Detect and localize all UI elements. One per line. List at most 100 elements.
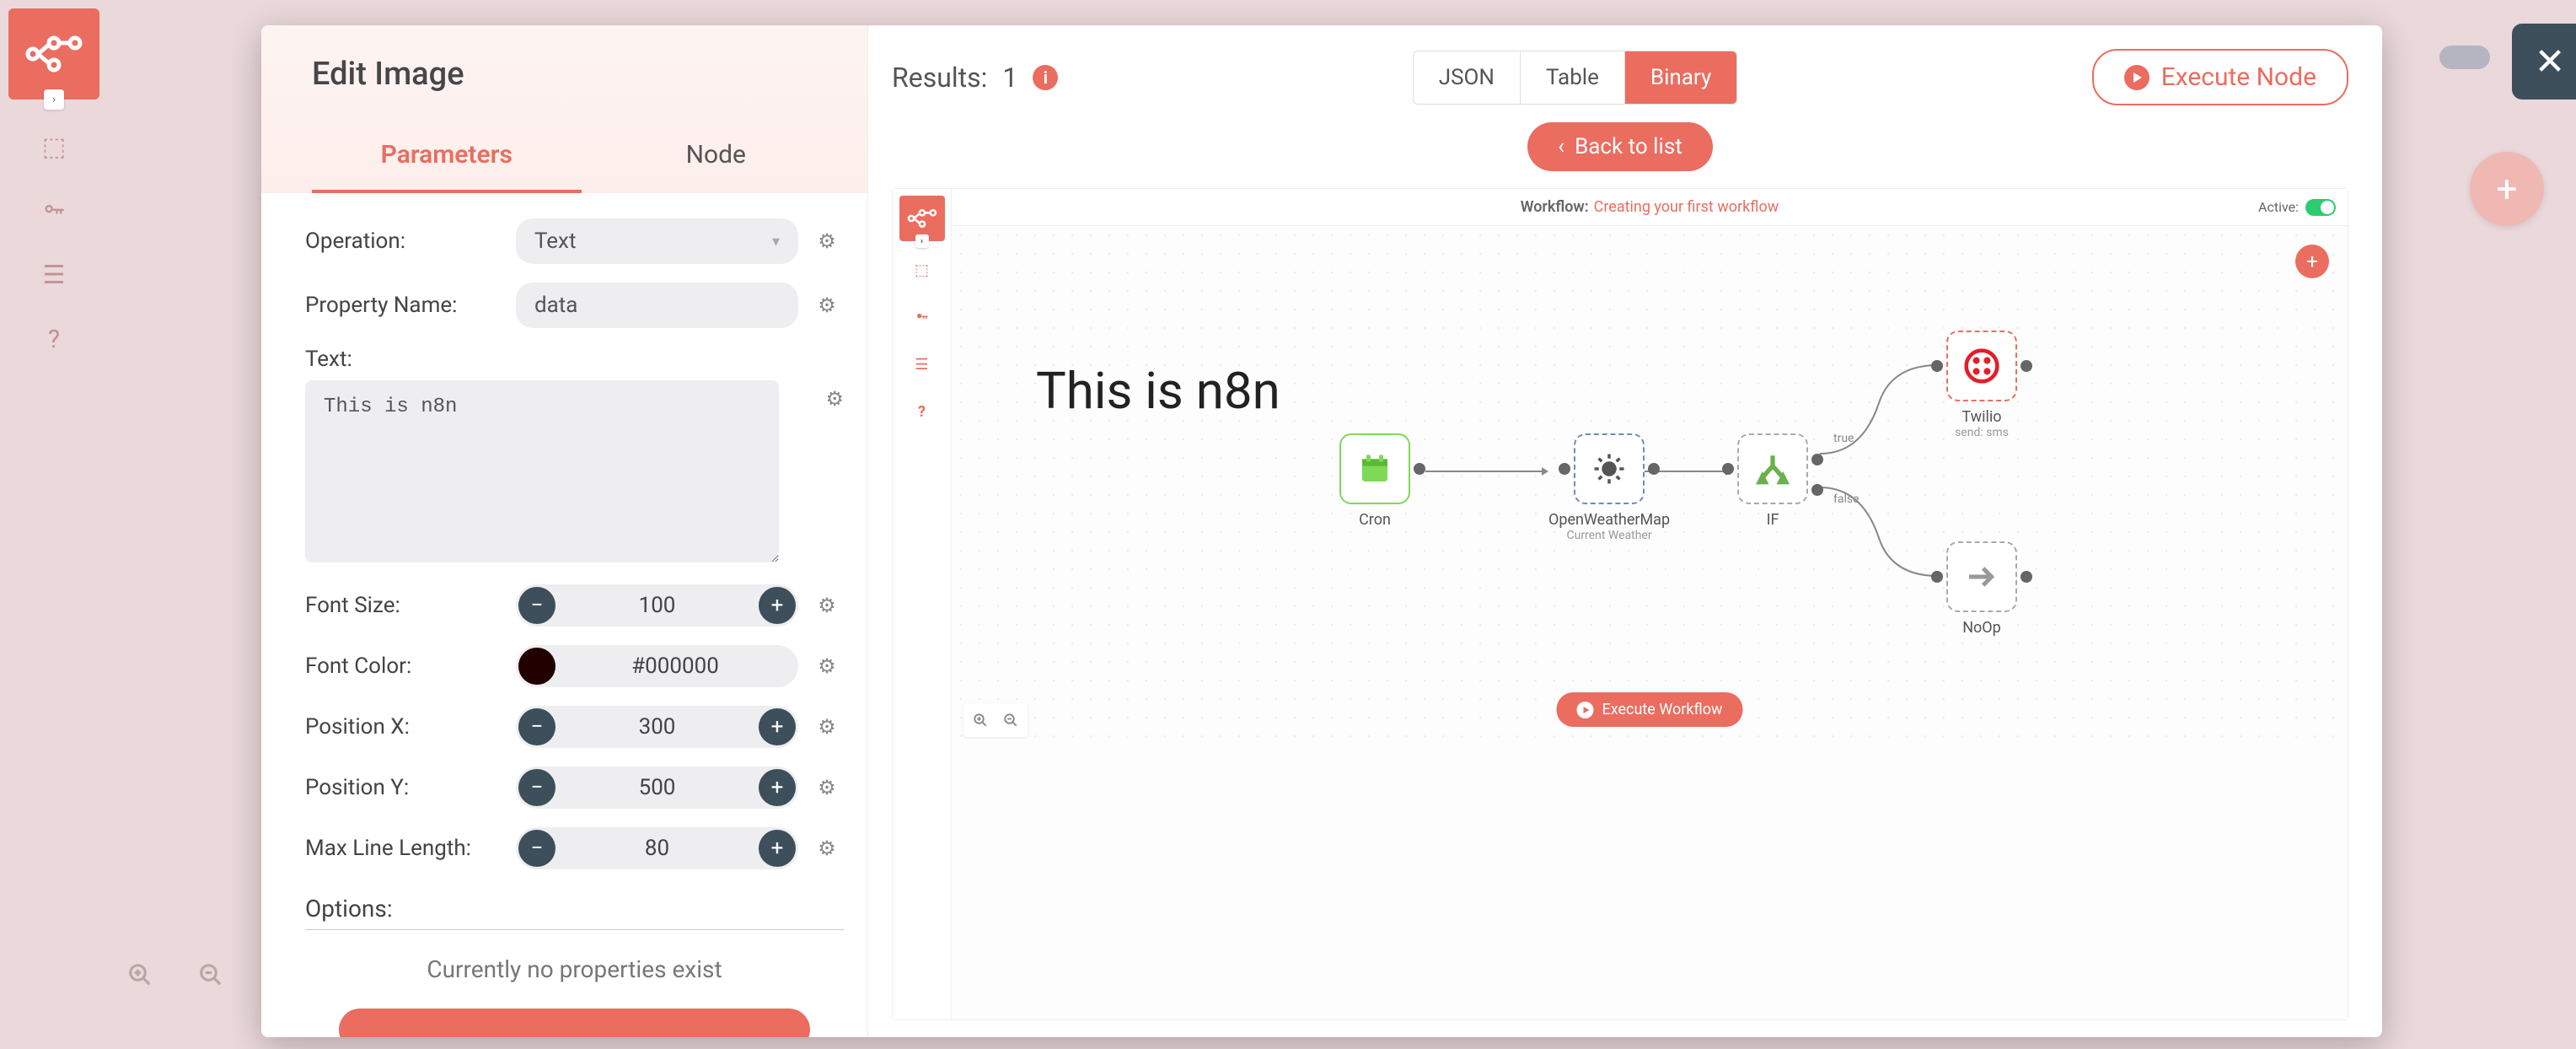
font-color-value: #000000	[567, 654, 783, 679]
position-x-value[interactable]: 300	[558, 714, 756, 740]
gear-icon[interactable]: ⚙	[810, 293, 844, 317]
node-twilio[interactable]: Twilio send: sms	[1946, 331, 2017, 439]
gear-icon[interactable]: ⚙	[810, 776, 844, 799]
operation-dropdown[interactable]: Text ▾	[516, 218, 798, 264]
node-box	[1574, 433, 1645, 504]
node-box	[1737, 433, 1808, 504]
preview-sidebar: › ⬚ ☰ ?	[893, 189, 952, 1019]
node-box	[1339, 433, 1410, 504]
output-false-dot[interactable]	[1811, 484, 1823, 496]
decrement-button[interactable]: −	[518, 769, 555, 806]
workflow-name[interactable]: Creating your first workflow	[1594, 198, 1779, 216]
pv-executions-icon[interactable]: ☰	[910, 352, 934, 376]
input-dot[interactable]	[1722, 463, 1734, 475]
options-label: Options:	[305, 895, 844, 923]
font-color-picker[interactable]: #000000	[516, 645, 798, 687]
node-edit-modal: Edit Image Parameters Node Operation: Te…	[261, 25, 2382, 1037]
gear-icon[interactable]: ⚙	[810, 229, 844, 253]
output-dot[interactable]	[2021, 360, 2032, 372]
decrement-button[interactable]: −	[518, 708, 555, 745]
node-openweathermap[interactable]: OpenWeatherMap Current Weather	[1548, 433, 1670, 542]
options-divider	[305, 929, 844, 930]
decrement-button[interactable]: −	[518, 587, 555, 624]
input-dot[interactable]	[1559, 463, 1570, 475]
preview-container: › ⬚ ☰ ? Workflow: Creating your first wo…	[892, 188, 2348, 1020]
param-font-size: Font Size: − 100 + ⚙	[305, 584, 844, 627]
pv-credentials-icon[interactable]	[910, 305, 934, 329]
workflow-canvas[interactable]: + This is n8n true false	[952, 226, 2348, 749]
edge-false-label: false	[1833, 492, 1860, 506]
text-textarea[interactable]	[305, 380, 779, 562]
preview-logo[interactable]: ›	[899, 196, 945, 241]
add-option-button[interactable]	[339, 1009, 810, 1037]
view-json-button[interactable]: JSON	[1414, 51, 1521, 104]
execute-node-label: Execute Node	[2161, 62, 2316, 92]
add-node-fab[interactable]: +	[2470, 152, 2544, 226]
gear-icon[interactable]: ⚙	[810, 594, 844, 617]
output-dot[interactable]	[1414, 463, 1425, 475]
execute-node-button[interactable]: Execute Node	[2092, 49, 2348, 105]
node-box	[1946, 541, 2017, 612]
active-toggle[interactable]	[2305, 199, 2336, 216]
increment-button[interactable]: +	[759, 769, 796, 806]
position-x-stepper: − 300 +	[516, 706, 798, 748]
increment-button[interactable]: +	[759, 830, 796, 867]
property-name-input[interactable]	[516, 282, 798, 328]
zoom-in-icon[interactable]	[121, 956, 158, 993]
input-dot[interactable]	[1931, 360, 1943, 372]
view-table-button[interactable]: Table	[1521, 51, 1625, 104]
chevron-right-icon[interactable]: ›	[915, 234, 929, 248]
workflows-icon[interactable]: ⬚	[37, 130, 71, 164]
node-if-label: IF	[1767, 511, 1779, 529]
bg-toggle[interactable]	[2439, 46, 2490, 69]
canvas-zoom-out-icon[interactable]	[999, 708, 1022, 732]
chevron-left-icon: ‹	[1558, 134, 1564, 159]
param-max-line-length: Max Line Length: − 80 + ⚙	[305, 827, 844, 869]
gear-icon[interactable]: ⚙	[810, 715, 844, 739]
sidebar-expand-icon[interactable]: ›	[44, 89, 64, 110]
max-line-value[interactable]: 80	[558, 836, 756, 861]
app-logo[interactable]: ›	[8, 8, 99, 100]
node-cron-label: Cron	[1359, 511, 1391, 529]
increment-button[interactable]: +	[759, 708, 796, 745]
position-y-value[interactable]: 500	[558, 775, 756, 800]
execute-workflow-button[interactable]: Execute Workflow	[1557, 692, 1743, 727]
pv-help-icon[interactable]: ?	[910, 400, 934, 423]
output-dot[interactable]	[2021, 571, 2032, 583]
pv-workflows-icon[interactable]: ⬚	[910, 258, 934, 282]
results-count: Results: 1 i	[892, 62, 1058, 94]
node-if[interactable]: IF	[1737, 433, 1808, 529]
tab-node[interactable]: Node	[582, 123, 851, 193]
executions-icon[interactable]: ☰	[37, 258, 71, 292]
gear-icon[interactable]: ⚙	[810, 654, 844, 678]
font-size-value[interactable]: 100	[558, 593, 756, 618]
max-line-label: Max Line Length:	[305, 836, 516, 861]
info-icon[interactable]: i	[1033, 65, 1058, 90]
canvas-zoom-in-icon[interactable]	[969, 708, 992, 732]
modal-title: Edit Image	[312, 56, 851, 93]
font-color-label: Font Color:	[305, 654, 516, 679]
input-dot[interactable]	[1931, 571, 1943, 583]
decrement-button[interactable]: −	[518, 830, 555, 867]
back-to-list-button[interactable]: ‹ Back to list	[1527, 122, 1713, 171]
view-binary-button[interactable]: Binary	[1625, 51, 1736, 104]
tab-parameters[interactable]: Parameters	[312, 123, 582, 193]
chevron-down-icon: ▾	[772, 233, 780, 250]
param-text: ⚙	[305, 380, 844, 566]
help-icon[interactable]: ?	[37, 322, 71, 356]
canvas-add-button[interactable]: +	[2295, 245, 2329, 278]
edge-true-label: true	[1833, 432, 1854, 445]
increment-button[interactable]: +	[759, 587, 796, 624]
node-cron[interactable]: Cron	[1339, 433, 1410, 529]
output-dot[interactable]	[1648, 463, 1660, 475]
node-noop[interactable]: NoOp	[1946, 541, 2017, 637]
view-toggle: JSON Table Binary	[1413, 51, 1738, 105]
node-twilio-sublabel: send: sms	[1955, 426, 2009, 439]
close-button[interactable]: ✕	[2512, 24, 2576, 100]
property-name-label: Property Name:	[305, 293, 516, 318]
credentials-icon[interactable]	[37, 194, 71, 228]
zoom-out-icon[interactable]	[192, 956, 229, 993]
color-swatch[interactable]	[518, 648, 555, 685]
gear-icon[interactable]: ⚙	[810, 837, 844, 860]
gear-icon[interactable]: ⚙	[825, 387, 844, 411]
